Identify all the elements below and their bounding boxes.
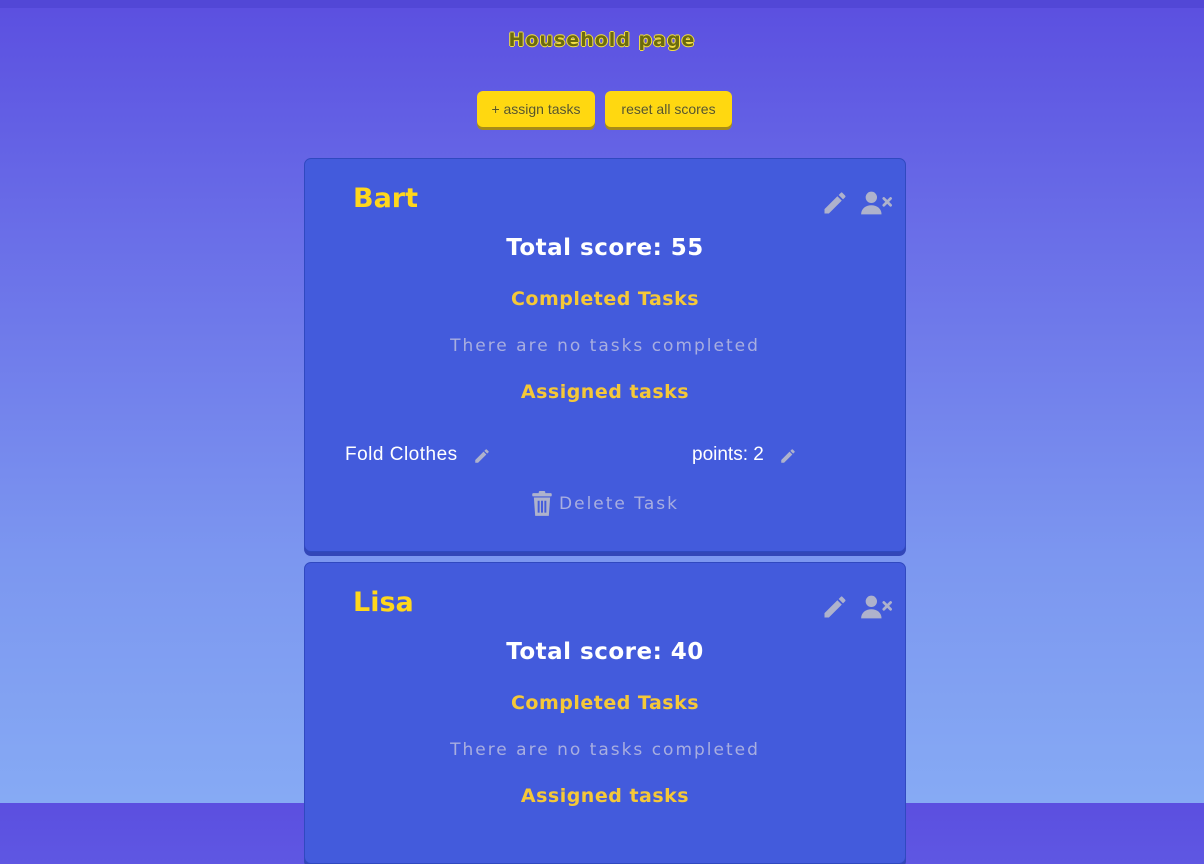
reset-scores-button[interactable]: reset all scores	[605, 91, 732, 127]
total-score: Total score: 55	[506, 235, 704, 261]
pencil-icon[interactable]	[779, 447, 797, 465]
assign-tasks-button[interactable]: + assign tasks	[477, 91, 595, 127]
no-completed-tasks-text: There are no tasks completed	[450, 336, 760, 356]
delete-task-button[interactable]: Delete Task	[305, 489, 905, 519]
assigned-tasks-heading: Assigned tasks	[520, 381, 690, 403]
delete-task-label: Delete Task	[559, 494, 679, 514]
task-name: Fold Clothes	[345, 444, 458, 465]
pencil-icon[interactable]	[473, 447, 491, 465]
page-title: Household page	[508, 29, 696, 51]
trash-icon	[532, 491, 552, 516]
user-remove-icon[interactable]	[860, 593, 894, 621]
user-remove-icon[interactable]	[860, 189, 894, 217]
top-bar	[0, 0, 1204, 8]
completed-tasks-heading: Completed Tasks	[510, 288, 700, 310]
member-name: Bart	[353, 183, 419, 214]
member-name: Lisa	[353, 587, 414, 618]
task-row: Fold Clothes points: 2	[305, 439, 905, 471]
assigned-tasks-heading: Assigned tasks	[520, 785, 690, 807]
task-points: points: 2	[692, 444, 764, 465]
no-completed-tasks-text: There are no tasks completed	[450, 740, 760, 760]
pencil-icon[interactable]	[821, 593, 849, 621]
pencil-icon[interactable]	[821, 189, 849, 217]
completed-tasks-heading: Completed Tasks	[510, 692, 700, 714]
member-card: Bart Total score: 55 Completed Tasks The…	[304, 158, 906, 552]
member-card: Lisa Total score: 40 Completed Tasks The…	[304, 562, 906, 864]
total-score: Total score: 40	[506, 639, 704, 665]
